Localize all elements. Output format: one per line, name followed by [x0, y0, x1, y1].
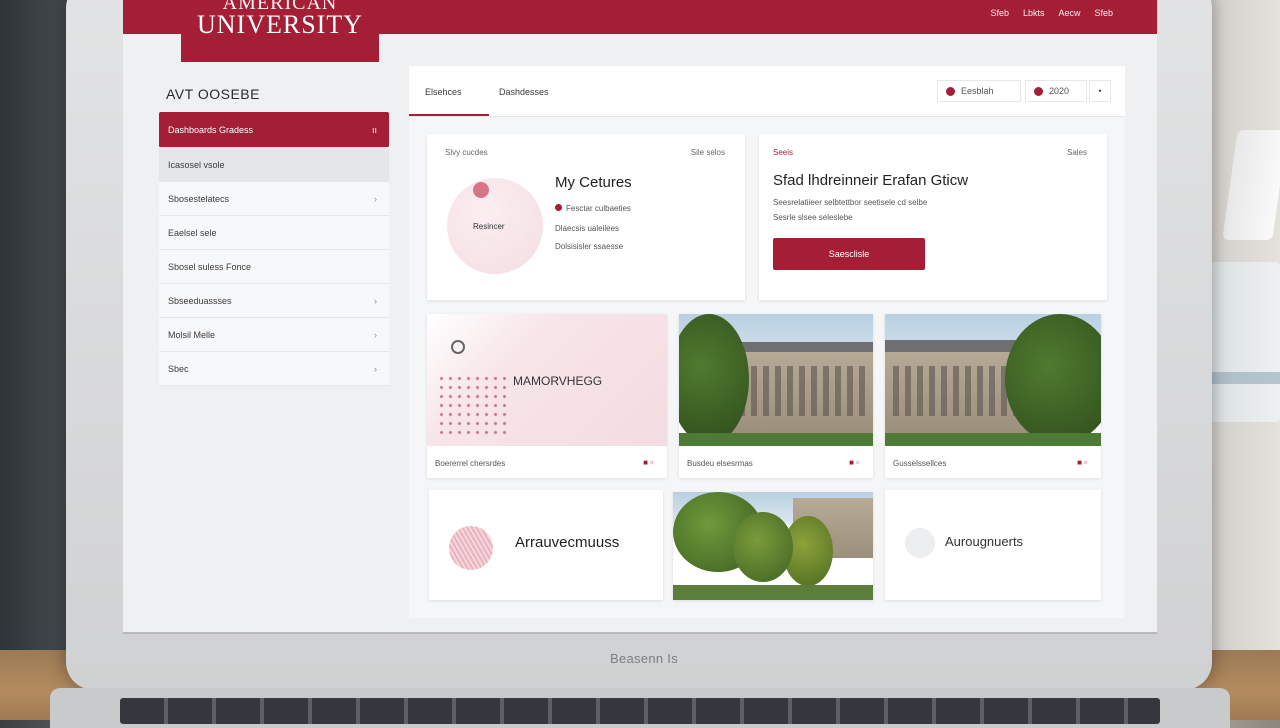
progress-circle-label: Resincer [473, 222, 505, 231]
placeholder-icon [905, 528, 935, 558]
tab-bar: Elsehces Dashdesses Eesblah 2020 • [409, 66, 1125, 117]
tile-action-icons[interactable]: ■ ▫ [1077, 458, 1087, 467]
status-dot-icon [555, 204, 562, 211]
chevron-right-icon: › [374, 295, 377, 306]
tile-caption: Gusselssellces [893, 459, 947, 468]
card-line: Dolsisisler ssaesse [555, 242, 624, 251]
top-nav: Sfeb Lbkts Aecw Sfeb [990, 8, 1113, 18]
tile-caption: Boererrel chersrdes [435, 459, 506, 468]
status-dot-icon [946, 86, 955, 96]
sidebar-item-label: Eaelsel sele [168, 227, 217, 238]
campus-photo [679, 314, 873, 446]
laptop-keyboard [50, 688, 1230, 728]
university-logo[interactable]: AMERICAN UNIVERSITY [181, 0, 379, 62]
sidebar-item-label: Molsil Melle [168, 329, 216, 340]
sidebar-item-label: Icasosel vsole [168, 159, 225, 170]
tile-card[interactable]: Gusselssellces ■ ▫ [885, 314, 1101, 478]
sidebar-item-label: Sbosel suless Fonce [168, 261, 252, 272]
year-label: 2020 [1049, 86, 1070, 96]
logo-bottom-text: UNIVERSITY [197, 10, 363, 39]
laptop-brand: Beasenn Is [609, 651, 679, 666]
tile-title: Aurougnuerts [945, 534, 1024, 549]
card-line: Dlaecsis ualeilees [555, 224, 620, 233]
sidebar-item[interactable]: Eaelsel sele [159, 216, 389, 250]
sidebar-title: AVT OOSEBE [166, 86, 260, 102]
lamp-blur [1222, 130, 1280, 240]
accent-icon [473, 182, 489, 198]
nav-link[interactable]: Sfeb [1094, 8, 1113, 18]
nav-link[interactable]: Sfeb [990, 8, 1009, 18]
tile-action-icons[interactable]: ■ ▫ [849, 458, 859, 467]
circle-icon [451, 340, 465, 354]
featured-title: Sfad lhdreinneir Erafan Gticw [773, 172, 969, 189]
chevron-right-icon: › [374, 363, 377, 374]
sidebar-item-label: Dashboards Gradess [168, 124, 254, 135]
tab-second[interactable]: Dashdesses [499, 87, 549, 97]
card-head-left: Slvy cucdes [445, 148, 488, 157]
dots-decoration [437, 374, 507, 434]
screen: Sfeb Lbkts Aecw Sfeb AMERICAN UNIVERSITY… [123, 0, 1157, 634]
card-line: Fesctar culbaeties [555, 204, 631, 213]
announcement-icon [449, 526, 493, 570]
main-panel: Elsehces Dashdesses Eesblah 2020 • Slvy … [409, 66, 1125, 618]
more-icon: • [1098, 86, 1102, 96]
sidebar-item[interactable]: Sbosestelatecs › [159, 182, 389, 216]
filter-select[interactable]: Eesblah [937, 80, 1021, 102]
tile-banner: MAMORVHEGG [427, 314, 667, 446]
card-head-left: Seeis [773, 148, 794, 157]
menu-icon: ıı [371, 124, 377, 135]
garden-photo [673, 492, 873, 600]
mug-blur [1200, 262, 1280, 422]
my-courses-card[interactable]: Slvy cucdes Sile selos Resincer My Cetur… [427, 134, 745, 300]
featured-line: Seesrelatiieer selbtettbor seetisele cd … [773, 198, 928, 207]
tile-card[interactable]: Busdeu elsesrmas ■ ▫ [679, 314, 873, 478]
tile-title: Arrauvecmuuss [515, 534, 620, 551]
tile-action-icons[interactable]: ■ ▫ [643, 458, 653, 467]
sidebar-item-dashboard[interactable]: Dashboards Gradess ıı [159, 112, 389, 148]
progress-circle: Resincer [447, 178, 543, 274]
card-head-right: Sales [1066, 148, 1087, 157]
sidebar-item-label: Sbosestelatecs [168, 193, 230, 204]
nav-link[interactable]: Aecw [1058, 8, 1080, 18]
tile-card[interactable] [673, 492, 873, 600]
tile-caption: Busdeu elsesrmas [687, 459, 753, 468]
sidebar: Dashboards Gradess ıı Icasosel vsole Sbo… [159, 112, 389, 386]
sidebar-item-label: Sbec [168, 363, 189, 374]
card-head-right: Sile selos [690, 148, 725, 157]
sidebar-item-label: Sbseeduassses [168, 295, 232, 306]
tile-card[interactable]: MAMORVHEGG Boererrel chersrdes ■ ▫ [427, 314, 667, 478]
background-left [0, 0, 70, 720]
status-dot-icon [1034, 86, 1043, 96]
logo-top-text: AMERICAN [222, 0, 338, 14]
my-courses-title: My Cetures [555, 174, 632, 191]
announcements-tile[interactable]: Aurougnuerts [885, 490, 1101, 600]
year-select[interactable]: 2020 [1025, 80, 1087, 102]
sidebar-item[interactable]: Sbseeduassses › [159, 284, 389, 318]
chevron-right-icon: › [374, 193, 377, 204]
chevron-right-icon: › [374, 329, 377, 340]
sidebar-item[interactable]: Sbec › [159, 352, 389, 386]
more-button[interactable]: • [1089, 80, 1111, 102]
announcements-tile[interactable]: Arrauvecmuuss [429, 490, 663, 600]
tab-first[interactable]: Elsehces [425, 87, 462, 97]
sidebar-item[interactable]: Sbosel suless Fonce [159, 250, 389, 284]
nav-link[interactable]: Lbkts [1023, 8, 1045, 18]
tile-banner-label: MAMORVHEGG [513, 374, 603, 388]
active-tab-indicator [409, 114, 489, 116]
filter-label: Eesblah [961, 86, 994, 96]
featured-action-button[interactable]: Saesclisle [773, 238, 925, 270]
sidebar-item[interactable]: Molsil Melle › [159, 318, 389, 352]
campus-photo [885, 314, 1101, 446]
sidebar-item[interactable]: Icasosel vsole [159, 148, 389, 182]
featured-line: Sesrle slsee seleslebe [773, 213, 853, 222]
featured-card[interactable]: Seeis Sales Sfad lhdreinneir Erafan Gtic… [759, 134, 1107, 300]
